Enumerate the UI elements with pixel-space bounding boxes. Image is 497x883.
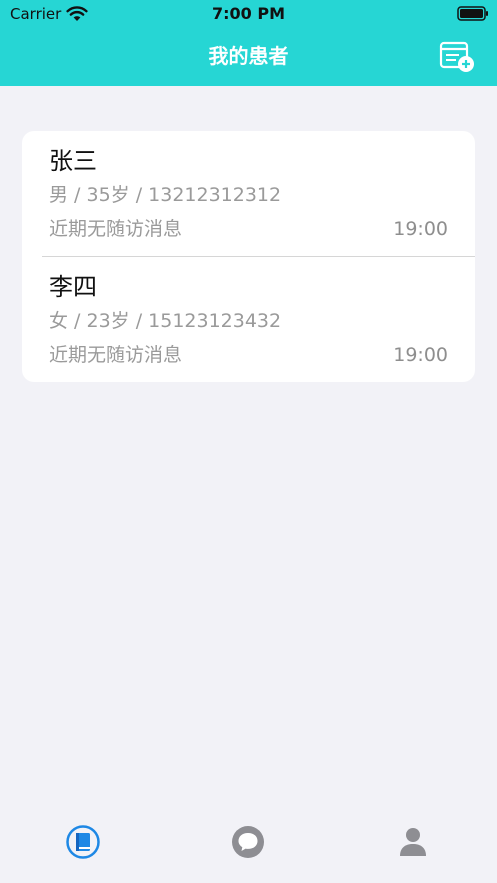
patient-name: 李四	[49, 273, 97, 301]
tab-patients[interactable]	[65, 824, 101, 860]
add-patient-button[interactable]	[437, 40, 477, 74]
followup-time: 19:00	[393, 344, 448, 366]
tab-profile[interactable]	[395, 824, 431, 860]
patient-info: 男 / 35岁 / 13212312312	[49, 184, 282, 206]
tab-bar	[0, 800, 497, 883]
add-patient-icon	[439, 41, 474, 72]
status-time: 7:00 PM	[211, 4, 285, 23]
followup-message: 近期无随访消息	[49, 218, 183, 240]
status-bar: Carrier 7:00 PM	[0, 0, 497, 28]
battery-icon	[457, 6, 488, 21]
patient-name: 张三	[49, 147, 97, 175]
patient-row[interactable]: 李四 女 / 23岁 / 15123123432 近期无随访消息 19:00	[22, 257, 475, 382]
patient-info: 女 / 23岁 / 15123123432	[49, 310, 282, 332]
followup-time: 19:00	[393, 218, 448, 240]
header: Carrier 7:00 PM 我的患者	[0, 0, 497, 86]
patient-row[interactable]: 张三 男 / 35岁 / 13212312312 近期无随访消息 19:00	[22, 131, 475, 256]
tab-messages[interactable]	[230, 824, 266, 860]
patient-list-card: 张三 男 / 35岁 / 13212312312 近期无随访消息 19:00 李…	[22, 131, 475, 382]
person-icon	[400, 828, 426, 856]
followup-message: 近期无随访消息	[49, 344, 183, 366]
page-title: 我的患者	[208, 44, 289, 68]
book-icon	[66, 825, 100, 859]
chat-bubble-icon	[232, 826, 264, 858]
